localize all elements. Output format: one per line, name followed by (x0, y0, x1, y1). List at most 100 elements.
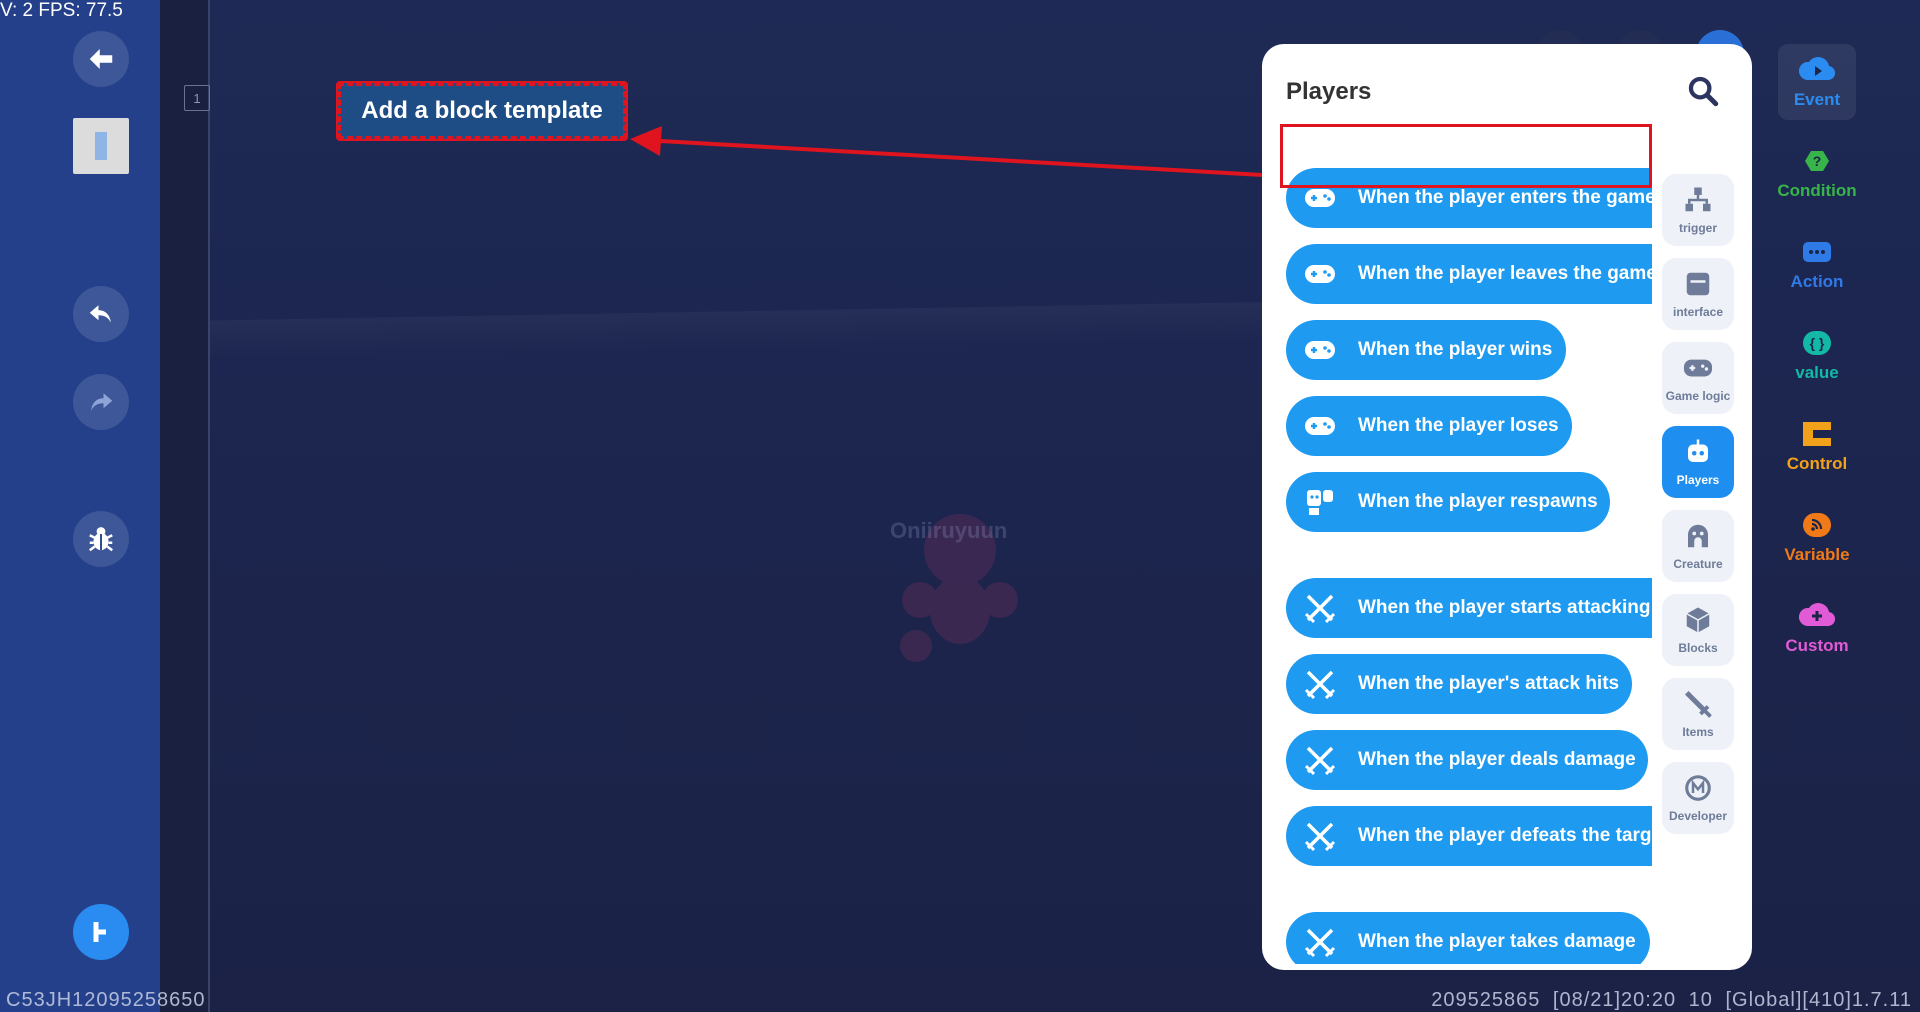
gamepad-icon (1305, 265, 1335, 283)
left-toolbar (0, 0, 160, 1012)
block-item[interactable]: When the player enters the game (1286, 168, 1652, 228)
svg-text:{ }: { } (1810, 335, 1825, 351)
action-icon (1803, 242, 1831, 262)
category-label: Condition (1777, 181, 1857, 200)
block-item[interactable]: When the player takes damage (1286, 912, 1650, 964)
crossed-swords-icon (1304, 746, 1336, 776)
block-palette: Players When the player enters the game … (1262, 44, 1752, 970)
block-label: When the player defeats the target (1358, 825, 1652, 846)
gamepad-icon (1305, 417, 1335, 435)
variable-icon (1803, 513, 1831, 537)
block-item[interactable]: When the player respawns (1286, 472, 1610, 532)
undo-icon (89, 305, 111, 323)
crossed-swords-icon (1304, 670, 1336, 700)
map-thumbnail[interactable] (73, 118, 129, 174)
control-icon (1803, 422, 1831, 446)
subcat-label: interface (1672, 305, 1724, 319)
block-item[interactable]: When the player loses (1286, 396, 1572, 456)
category-label: Custom (1785, 636, 1849, 655)
block-item[interactable]: When the player's attack hits (1286, 654, 1632, 714)
block-item[interactable]: When the player defeats the target (1286, 806, 1652, 866)
subcat-label: Game logic (1665, 389, 1731, 403)
subcat-developer[interactable]: Developer (1662, 762, 1734, 834)
gutter-line (208, 0, 210, 1012)
arrow-left-icon (89, 49, 113, 69)
robot-icon (1688, 439, 1708, 462)
build-info: 209525865 [08/21]20:20 10 [Global][410]1… (1431, 989, 1912, 1011)
bug-icon (89, 527, 113, 552)
block-label: When the player respawns (1358, 491, 1598, 512)
search-icon[interactable] (1686, 74, 1720, 108)
category-action[interactable]: Action (1778, 226, 1856, 302)
cube-icon (1686, 607, 1710, 633)
block-label: When the player takes damage (1358, 931, 1636, 952)
crossed-swords-icon (1304, 928, 1336, 958)
ghost-icon (1688, 524, 1708, 548)
session-id: C53JH12095258650 (6, 989, 206, 1011)
canvas-horizon (210, 299, 1410, 361)
play-flag-icon (93, 922, 106, 942)
subcat-trigger[interactable]: trigger (1662, 174, 1734, 246)
subcat-blocks[interactable]: Blocks (1662, 594, 1734, 666)
category-value[interactable]: { } value (1778, 317, 1856, 393)
category-label: value (1795, 363, 1839, 382)
redo-icon (91, 393, 113, 411)
subcat-players[interactable]: Players (1662, 426, 1734, 498)
block-item[interactable]: When the player leaves the game (1286, 244, 1652, 304)
block-item[interactable]: When the player wins (1286, 320, 1566, 380)
custom-icon (1798, 603, 1836, 627)
value-icon: { } (1803, 331, 1831, 355)
line-number: 1 (184, 85, 210, 111)
subcat-label: Creature (1673, 557, 1723, 571)
category-label: Variable (1784, 545, 1850, 564)
category-label: Action (1790, 272, 1844, 291)
subcat-label: Players (1676, 473, 1720, 487)
block-item[interactable]: When the player deals damage (1286, 730, 1648, 790)
gutter (160, 0, 210, 1012)
subcat-label: Blocks (1678, 641, 1718, 655)
subcat-label: trigger (1678, 221, 1717, 235)
gamepad-icon (1305, 341, 1335, 359)
gamepad-icon (1305, 189, 1335, 207)
block-item[interactable]: When the player starts attacking (1286, 578, 1652, 638)
add-block-template-tooltip: Add a block template (336, 81, 628, 141)
run-button[interactable] (73, 904, 129, 960)
block-label: When the player's attack hits (1358, 673, 1620, 694)
undo-button[interactable] (73, 286, 129, 342)
crossed-swords-icon (1304, 594, 1336, 624)
subcat-items[interactable]: Items (1662, 678, 1734, 750)
subcat-label: Developer (1668, 809, 1728, 823)
block-label: When the player leaves the game (1358, 263, 1652, 284)
svg-text:?: ? (1813, 153, 1822, 169)
respawn-icon (1307, 490, 1333, 515)
block-label: When the player deals damage (1358, 749, 1636, 770)
back-button[interactable] (73, 31, 129, 87)
debug-button[interactable] (73, 511, 129, 567)
redo-button[interactable] (73, 374, 129, 430)
sword-icon (1684, 690, 1712, 718)
subcat-creature[interactable]: Creature (1662, 510, 1734, 582)
category-control[interactable]: Control (1778, 408, 1856, 484)
hierarchy-icon (1685, 187, 1711, 212)
category-condition[interactable]: ? Condition (1777, 135, 1857, 211)
block-list: When the player enters the game When the… (1286, 124, 1652, 964)
block-label: When the player wins (1358, 339, 1553, 360)
block-label: When the player enters the game (1358, 187, 1652, 208)
subcat-game-logic[interactable]: Game logic (1662, 342, 1734, 414)
block-label: When the player loses (1358, 415, 1559, 436)
subcat-interface[interactable]: interface (1662, 258, 1734, 330)
crossed-swords-icon (1304, 822, 1336, 852)
condition-icon: ? (1805, 151, 1829, 171)
watermark-logo-icon (900, 514, 1018, 662)
gamepad-icon (1683, 359, 1713, 377)
window-icon (1686, 272, 1710, 296)
developer-icon (1685, 775, 1711, 801)
category-label: Control (1786, 454, 1848, 473)
category-event[interactable]: Event (1778, 44, 1856, 120)
block-label: When the player starts attacking (1358, 597, 1651, 618)
category-variable[interactable]: Variable (1778, 499, 1856, 575)
palette-title: Players (1286, 78, 1372, 105)
category-label: Event (1793, 90, 1841, 109)
watermark-text: Oniiruyuun (890, 518, 1008, 543)
category-custom[interactable]: Custom (1778, 590, 1856, 666)
